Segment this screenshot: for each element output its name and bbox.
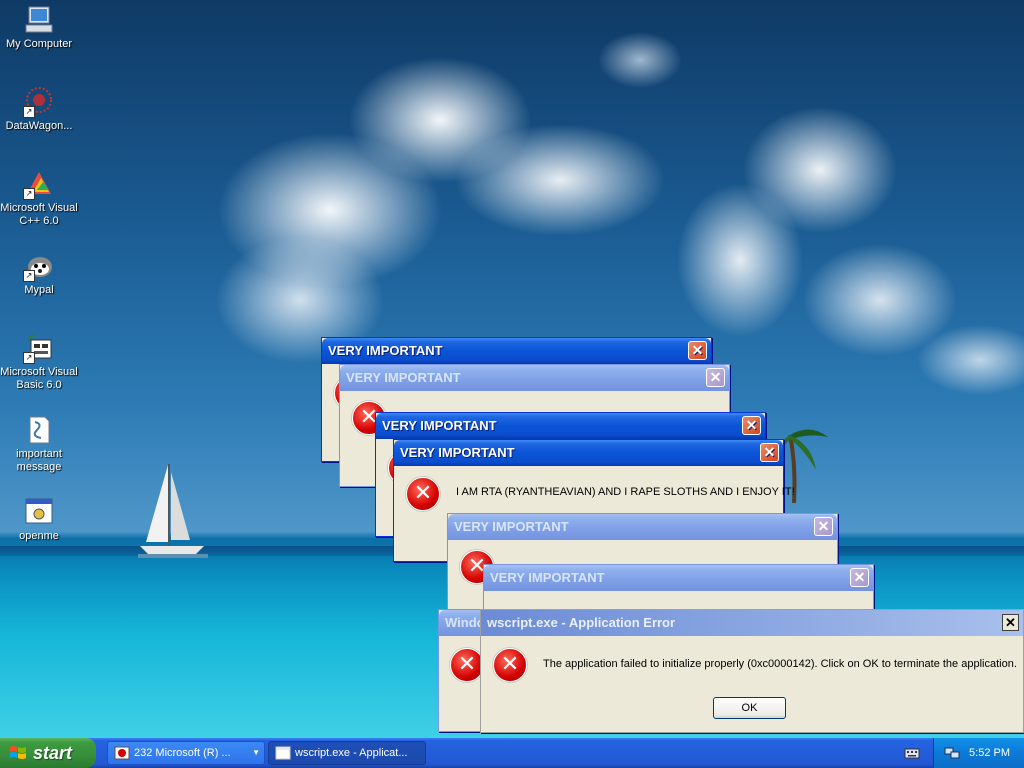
dialog-titlebar[interactable]: VERY IMPORTANT ✕ [322,338,711,364]
program-icon [23,496,55,528]
desktop-icon-important-message[interactable]: important message [0,414,78,474]
close-button[interactable]: ✕ [760,443,779,462]
desktop-icon-label: openme [19,530,59,542]
datawagon-icon: ↗ [23,86,55,118]
dialog-titlebar[interactable]: VERY IMPORTANT ✕ [394,440,783,466]
dialog-titlebar[interactable]: VERY IMPORTANT ✕ [448,514,837,540]
desktop-icon-datawagon[interactable]: ↗ DataWagon... [0,86,78,133]
desktop-icon-mypal[interactable]: ↗ Mypal [0,250,78,297]
dialog-title: VERY IMPORTANT [454,519,569,534]
dialog-message: The application failed to initialize pro… [543,658,1017,670]
chevron-down-icon: ▼ [252,748,260,757]
dialog-title: wscript.exe - Application Error [487,615,676,630]
close-button[interactable]: ✕ [850,568,869,587]
desktop-icon-label: My Computer [5,38,73,50]
dialog-titlebar[interactable]: VERY IMPORTANT ✕ [340,365,729,391]
visual-basic-icon: ↗ [23,332,55,364]
close-button[interactable]: ✕ [1002,614,1019,631]
script-error-icon [114,746,130,760]
desktop-icon-visual-basic[interactable]: ↗ Microsoft Visual Basic 6.0 [0,332,78,392]
close-button[interactable]: ✕ [742,416,761,435]
windows-logo-icon [10,746,26,759]
visual-cpp-icon: ↗ [23,168,55,200]
sailboat-image [138,464,208,558]
shortcut-arrow-icon: ↗ [23,188,35,200]
window-icon [275,746,291,760]
start-button[interactable]: start [0,738,96,768]
dialog-titlebar[interactable]: VERY IMPORTANT ✕ [484,565,873,591]
dialog-titlebar[interactable]: wscript.exe - Application Error ✕ [481,610,1023,636]
dialog-titlebar[interactable]: VERY IMPORTANT ✕ [376,413,765,439]
desktop-icon-my-computer[interactable]: My Computer [0,4,78,51]
script-file-icon [23,414,55,446]
error-icon: ✕ [493,648,527,682]
dialog-title: VERY IMPORTANT [490,570,605,585]
dialog-title: VERY IMPORTANT [382,418,497,433]
error-icon: ✕ [450,648,484,682]
system-tray: 5:52 PM [933,738,1024,768]
desktop-icon-label: Microsoft Visual Basic 6.0 [0,366,78,391]
start-label: start [33,743,73,763]
taskbar-item-microsoft-group[interactable]: 232 Microsoft (R) ... ▼ [107,741,265,765]
keyboard-icon[interactable] [904,746,920,760]
desktop-icon-label: Mypal [24,284,54,296]
shortcut-arrow-icon: ↗ [23,352,35,364]
mypal-icon: ↗ [23,250,55,282]
dialog-message: I AM RTA (RYANTHEAVIAN) AND I RAPE SLOTH… [456,486,795,498]
shortcut-arrow-icon: ↗ [23,106,35,118]
network-icon[interactable] [944,746,960,760]
application-error-dialog[interactable]: wscript.exe - Application Error ✕ ✕ The … [480,609,1024,733]
dialog-title: Windo [445,615,485,630]
ok-button[interactable]: OK [713,697,786,719]
dialog-title: VERY IMPORTANT [328,343,443,358]
desktop-icon-openme[interactable]: openme [0,496,78,543]
desktop-icon-visual-cpp[interactable]: ↗ Microsoft Visual C++ 6.0 [0,168,78,228]
my-computer-icon [23,4,55,36]
desktop-icon-label: Microsoft Visual C++ 6.0 [0,202,78,227]
close-button[interactable]: ✕ [688,341,707,360]
close-button[interactable]: ✕ [706,368,725,387]
taskbar-item-label: wscript.exe - Applicat... [295,747,408,759]
clock[interactable]: 5:52 PM [969,738,1010,768]
close-button[interactable]: ✕ [814,517,833,536]
taskbar-item-label: 232 Microsoft (R) ... [134,747,231,759]
taskbar: start 232 Microsoft (R) ... ▼ wscript.ex… [0,738,1024,768]
desktop-icon-label: DataWagon... [5,120,73,132]
dialog-title: VERY IMPORTANT [346,370,461,385]
desktop-icon-label: important message [16,448,62,473]
dialog-title: VERY IMPORTANT [400,445,515,460]
shortcut-arrow-icon: ↗ [23,270,35,282]
error-icon: ✕ [406,477,440,511]
taskbar-item-wscript[interactable]: wscript.exe - Applicat... [268,741,426,765]
